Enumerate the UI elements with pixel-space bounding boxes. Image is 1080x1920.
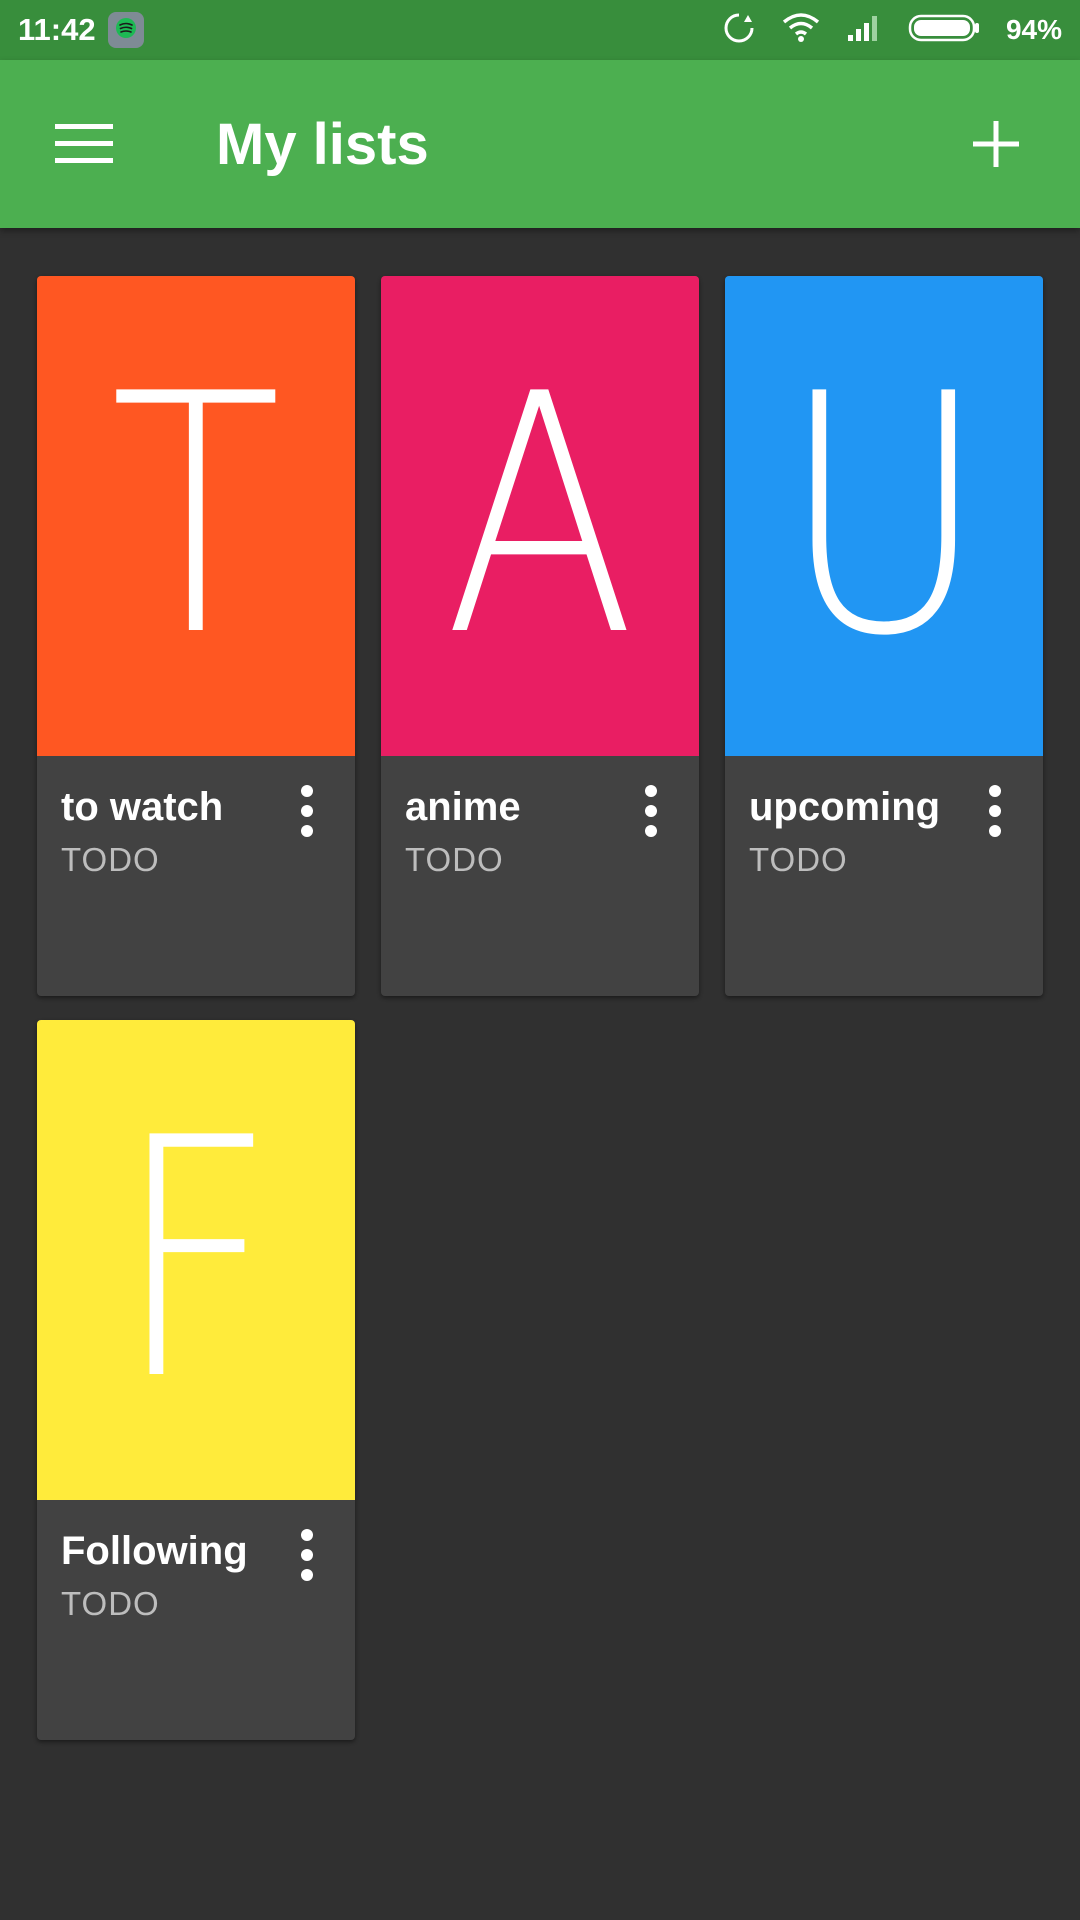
app-bar: My lists — [0, 60, 1080, 228]
list-card[interactable]: Tto watch TODO — [37, 276, 355, 996]
more-vert-icon — [301, 785, 313, 837]
list-card[interactable]: F Following TODO — [37, 1020, 355, 1740]
more-vert-icon — [301, 1529, 313, 1581]
sync-icon — [722, 11, 756, 50]
list-name: upcoming — [749, 785, 941, 829]
list-name: Following — [61, 1529, 248, 1573]
list-avatar: U — [725, 276, 1043, 756]
list-overflow-button[interactable] — [277, 1520, 337, 1590]
plus-icon — [973, 121, 1019, 167]
list-overflow-button[interactable] — [621, 776, 681, 846]
list-card[interactable]: Aanime TODO — [381, 276, 699, 996]
status-bar: 11:42 94% — [0, 0, 1080, 60]
add-list-button[interactable] — [952, 104, 1040, 184]
list-subtitle: TODO — [749, 841, 848, 878]
list-overflow-button[interactable] — [965, 776, 1025, 846]
hamburger-menu-icon — [55, 124, 113, 163]
list-avatar-letter: F — [115, 1068, 277, 1452]
list-avatar-letter: U — [781, 324, 987, 708]
list-avatar: T — [37, 276, 355, 756]
signal-icon — [846, 13, 882, 48]
menu-button[interactable] — [40, 108, 128, 180]
list-avatar: F — [37, 1020, 355, 1500]
more-vert-icon — [989, 785, 1001, 837]
more-vert-icon — [645, 785, 657, 837]
status-icons: 94% — [722, 10, 1062, 50]
battery-icon — [908, 13, 980, 48]
page-title: My lists — [216, 112, 429, 177]
list-card[interactable]: Uupcoming TODO — [725, 276, 1043, 996]
list-name: to watch — [61, 785, 224, 829]
list-subtitle: TODO — [61, 841, 160, 878]
list-overflow-button[interactable] — [277, 776, 337, 846]
list-avatar-letter: T — [110, 324, 282, 708]
battery-percentage: 94% — [1005, 14, 1062, 45]
spotify-notification-icon — [108, 12, 144, 48]
list-subtitle: TODO — [61, 1585, 160, 1622]
list-avatar-letter: A — [444, 324, 636, 708]
list-name: anime — [405, 785, 521, 829]
list-avatar: A — [381, 276, 699, 756]
status-time: 11:42 — [18, 12, 96, 47]
list-subtitle: TODO — [405, 841, 504, 878]
wifi-icon — [782, 12, 820, 49]
